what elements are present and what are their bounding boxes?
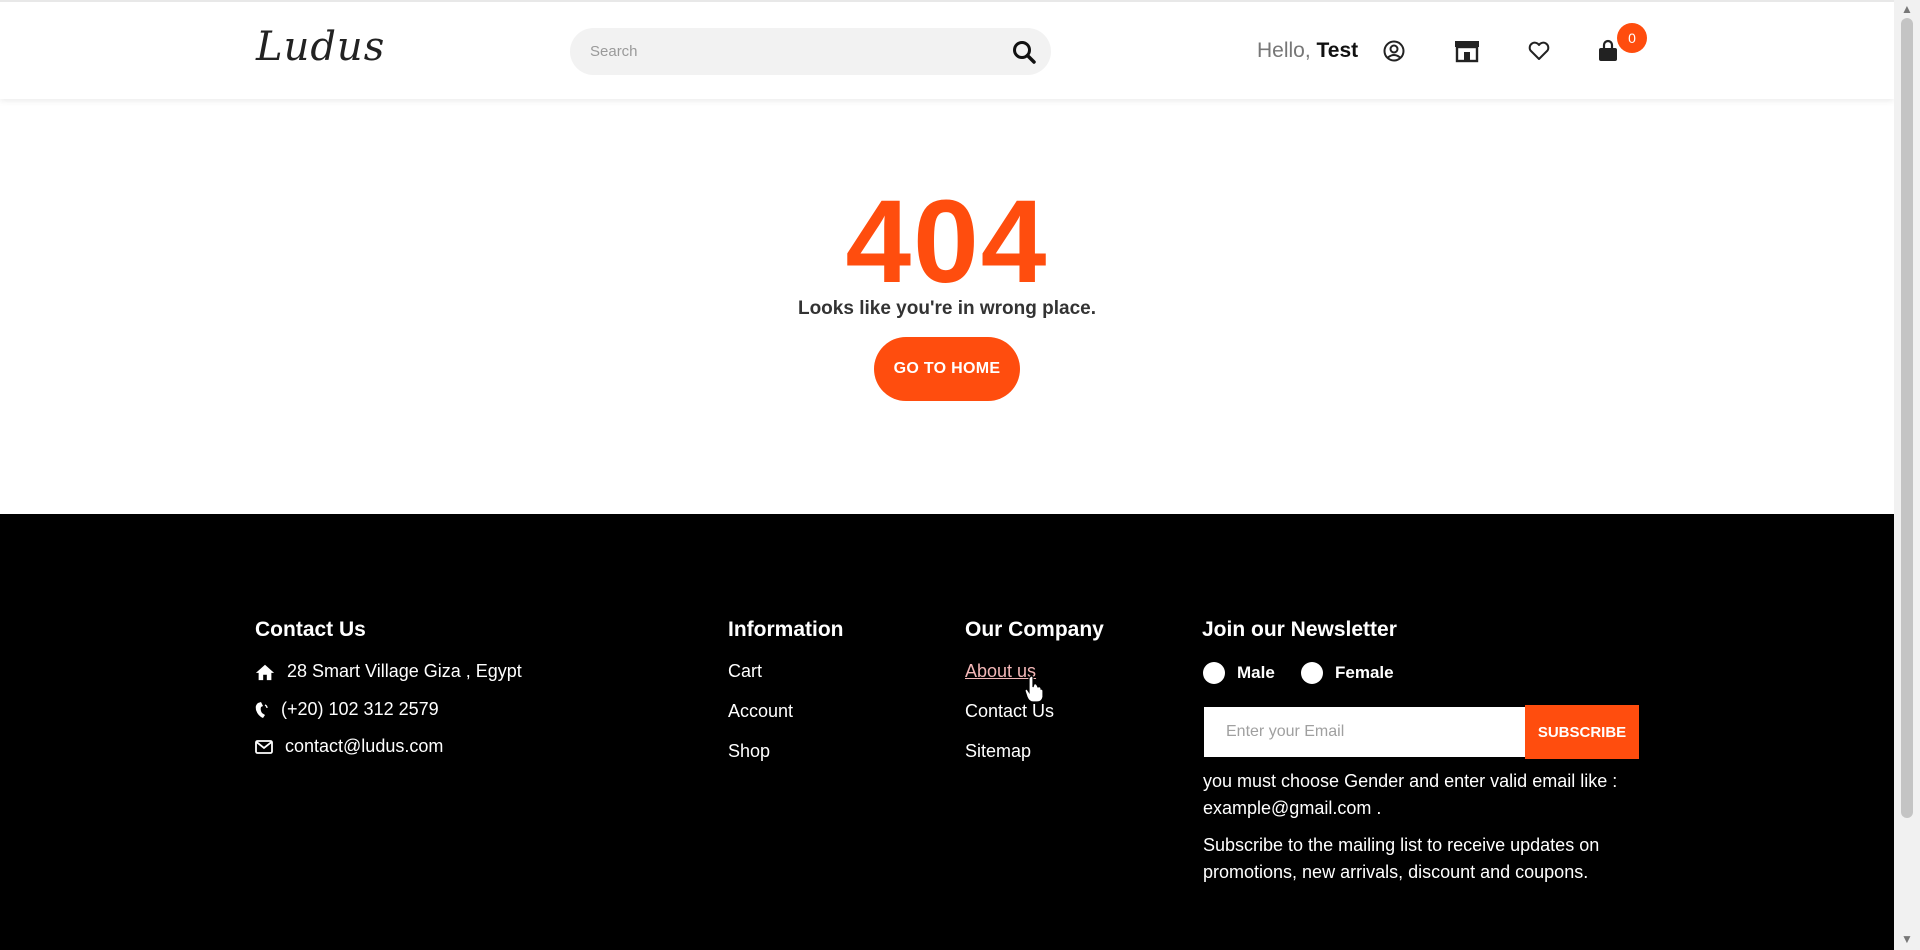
scrollbar-thumb[interactable] <box>1901 18 1913 818</box>
address-text: 28 Smart Village Giza , Egypt <box>287 661 522 681</box>
envelope-icon <box>255 737 273 757</box>
contact-phone: (+20) 102 312 2579 <box>255 699 439 720</box>
female-radio[interactable] <box>1301 662 1323 684</box>
information-title: Information <box>728 618 844 641</box>
go-to-home-button[interactable]: GO TO HOME <box>874 337 1020 401</box>
contact-title: Contact Us <box>255 618 366 641</box>
male-radio[interactable] <box>1203 662 1225 684</box>
error-code: 404 <box>845 176 1049 308</box>
footer-link-sitemap[interactable]: Sitemap <box>965 741 1031 762</box>
newsletter-title: Join our Newsletter <box>1202 618 1397 641</box>
search-bar <box>570 28 1051 75</box>
contact-address: 28 Smart Village Giza , Egypt <box>255 661 522 682</box>
company-title: Our Company <box>965 618 1104 641</box>
user-name: Test <box>1316 39 1359 62</box>
user-greeting: Hello, Test <box>1257 39 1358 63</box>
phone-text: (+20) 102 312 2579 <box>281 699 439 719</box>
newsletter-email-input[interactable] <box>1204 707 1526 757</box>
scroll-up-arrow-icon[interactable]: ▲ <box>1900 2 1914 16</box>
home-icon <box>255 662 275 682</box>
cart-count-badge: 0 <box>1617 23 1647 53</box>
error-section: 404 Looks like you're in wrong place. GO… <box>0 99 1894 514</box>
store-icon[interactable] <box>1453 38 1479 64</box>
logo[interactable]: Ludus <box>256 24 385 70</box>
wishlist-heart-icon[interactable] <box>1526 38 1552 64</box>
search-icon[interactable] <box>1011 39 1037 65</box>
site-footer: Contact Us 28 Smart Village Giza , Egypt… <box>0 514 1894 950</box>
male-label: Male <box>1237 663 1275 682</box>
newsletter-validation-note: you must choose Gender and enter valid e… <box>1203 771 1618 818</box>
email-text: contact@ludus.com <box>285 736 444 756</box>
hand-cursor-icon <box>1024 675 1044 703</box>
gender-male-option[interactable]: Male <box>1203 662 1275 684</box>
footer-link-account[interactable]: Account <box>728 701 793 722</box>
site-header: Ludus Hello, Test 0 <box>0 0 1894 99</box>
page-scrollbar[interactable]: ▲ ▼ <box>1894 0 1920 950</box>
footer-link-cart[interactable]: Cart <box>728 661 762 682</box>
scroll-down-arrow-icon[interactable]: ▼ <box>1900 932 1914 946</box>
newsletter-description: Subscribe to the mailing list to receive… <box>1203 835 1600 882</box>
female-label: Female <box>1335 663 1394 682</box>
account-icon[interactable] <box>1381 38 1407 64</box>
subscribe-button[interactable]: SUBSCRIBE <box>1525 705 1639 759</box>
footer-link-contact-us[interactable]: Contact Us <box>965 701 1054 722</box>
search-input[interactable] <box>590 28 970 75</box>
contact-email: contact@ludus.com <box>255 736 443 757</box>
phone-icon <box>255 700 269 720</box>
footer-link-shop[interactable]: Shop <box>728 741 770 762</box>
greeting-prefix: Hello, <box>1257 39 1317 62</box>
gender-female-option[interactable]: Female <box>1301 662 1394 684</box>
error-message: Looks like you're in wrong place. <box>797 298 1097 319</box>
